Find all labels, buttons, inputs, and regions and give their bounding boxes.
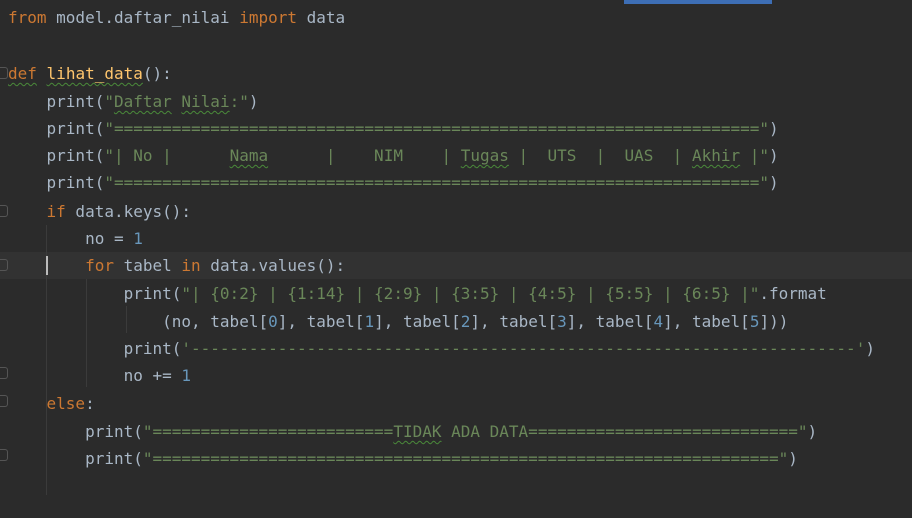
- code-token: for: [85, 256, 114, 275]
- code-token: 5: [749, 312, 760, 331]
- code-token: :: [85, 394, 95, 413]
- code-token: ADA DATA============================": [441, 422, 808, 441]
- code-token: ): [769, 173, 779, 192]
- code-token: ": [104, 92, 114, 111]
- fold-marker-icon[interactable]: [0, 67, 8, 79]
- code-token: print(: [8, 146, 105, 165]
- code-token: print(: [8, 119, 105, 138]
- code-line[interactable]: print("Daftar Nilai:"): [8, 88, 259, 115]
- fold-marker-icon[interactable]: [0, 449, 8, 461]
- code-line[interactable]: def lihat_data():: [8, 60, 172, 87]
- code-token: "=========================: [142, 422, 394, 441]
- code-token: 2: [460, 312, 471, 331]
- code-token: TIDAK: [393, 422, 442, 441]
- code-token: '---------------------------------------…: [181, 339, 866, 358]
- code-token: 1: [364, 312, 375, 331]
- code-token: tabel: [113, 256, 182, 275]
- code-line[interactable]: for tabel in data.values():: [8, 252, 345, 279]
- code-token: data.values():: [200, 256, 346, 275]
- code-token: | NIM |: [268, 146, 461, 165]
- code-token: 0: [268, 312, 278, 331]
- code-line[interactable]: no = 1: [8, 225, 143, 252]
- code-token: "| No |: [104, 146, 230, 165]
- code-line[interactable]: print("=================================…: [8, 115, 779, 142]
- code-token: Tugas: [460, 146, 509, 165]
- code-token: "=======================================…: [142, 449, 789, 468]
- code-token: ): [769, 119, 779, 138]
- code-token: print(: [8, 173, 105, 192]
- code-token: "=======================================…: [104, 119, 769, 138]
- code-line[interactable]: from model.daftar_nilai import data: [8, 4, 345, 31]
- code-line[interactable]: print("| No | Nama | NIM | Tugas | UTS |…: [8, 142, 779, 169]
- scroll-position-marker: [624, 0, 772, 4]
- code-token: (no, tabel[: [8, 312, 269, 331]
- code-token: ], tabel[: [374, 312, 461, 331]
- code-token: data: [296, 8, 346, 27]
- code-token: ): [807, 422, 818, 441]
- code-token: model.daftar_nilai: [46, 8, 240, 27]
- code-token: print(: [8, 92, 105, 111]
- code-token: :": [229, 92, 249, 111]
- code-token: ): [769, 146, 779, 165]
- code-token: .format: [759, 284, 827, 303]
- code-token: "=======================================…: [104, 173, 769, 192]
- code-token: 1: [133, 229, 143, 248]
- code-line[interactable]: print("=================================…: [8, 445, 798, 472]
- code-token: 3: [557, 312, 567, 331]
- code-token: else: [46, 394, 86, 413]
- code-token: print(: [8, 449, 143, 468]
- code-token: no =: [8, 229, 134, 248]
- code-token: Nilai: [181, 92, 230, 111]
- code-token: from: [8, 8, 47, 27]
- code-line[interactable]: print("=========================TIDAK AD…: [8, 418, 817, 445]
- code-line[interactable]: else:: [8, 390, 95, 417]
- code-token: 4: [653, 312, 664, 331]
- code-token: ])): [759, 312, 789, 331]
- code-token: Nama: [229, 146, 269, 165]
- code-token: 1: [181, 366, 192, 385]
- code-token: import: [239, 8, 297, 27]
- fold-marker-icon[interactable]: [0, 367, 8, 379]
- code-token: if: [46, 202, 66, 221]
- code-token: ], tabel[: [566, 312, 654, 331]
- code-line[interactable]: if data.keys():: [8, 198, 192, 225]
- code-token: ], tabel[: [277, 312, 365, 331]
- fold-marker-icon[interactable]: [0, 259, 8, 271]
- code-token: ():: [142, 64, 172, 83]
- code-token: |": [740, 146, 770, 165]
- code-token: ): [788, 449, 798, 468]
- fold-marker-icon[interactable]: [0, 205, 8, 217]
- code-token: ], tabel[: [470, 312, 558, 331]
- code-line[interactable]: (no, tabel[0], tabel[1], tabel[2], tabel…: [8, 308, 788, 335]
- code-token: Daftar: [113, 92, 172, 111]
- code-token: print(: [8, 284, 182, 303]
- code-token: ): [865, 339, 875, 358]
- code-token: Akhir: [691, 146, 741, 165]
- code-token: print(: [8, 339, 182, 358]
- code-editor[interactable]: from model.daftar_nilai import data def l…: [0, 0, 912, 518]
- code-token: "| {0:2} | {1:14} | {2:9} | {3:5} | {4:5…: [181, 284, 760, 303]
- code-line[interactable]: print("| {0:2} | {1:14} | {2:9} | {3:5} …: [8, 280, 827, 307]
- code-token: def: [8, 64, 37, 83]
- code-line[interactable]: print('---------------------------------…: [8, 335, 875, 362]
- code-token: print(: [8, 422, 143, 441]
- code-token: no +=: [8, 366, 182, 385]
- code-token: ): [248, 92, 259, 111]
- code-token: | UTS | UAS |: [508, 146, 692, 165]
- code-token: lihat_data: [46, 64, 143, 83]
- fold-marker-icon[interactable]: [0, 395, 8, 407]
- code-token: ], tabel[: [663, 312, 750, 331]
- code-line[interactable]: no += 1: [8, 362, 191, 389]
- code-token: data.keys():: [65, 202, 192, 221]
- code-token: in: [181, 256, 201, 275]
- code-line[interactable]: print("=================================…: [8, 169, 779, 196]
